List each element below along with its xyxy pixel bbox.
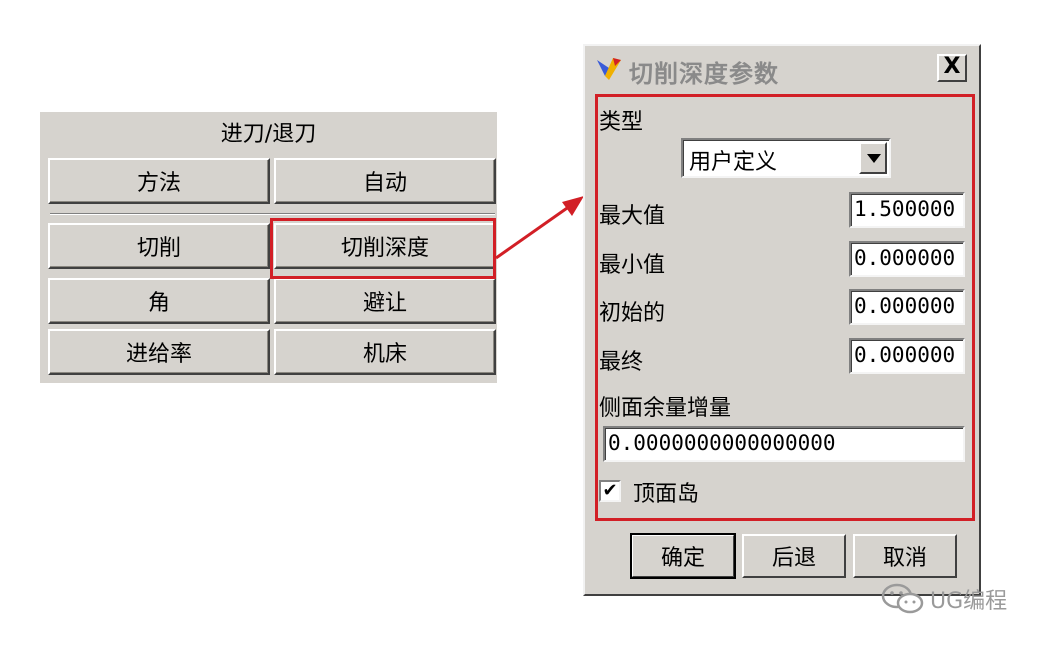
type-dropdown[interactable]: 用户定义: [681, 138, 891, 178]
final-label: 最终: [599, 350, 644, 375]
method-button[interactable]: 方法: [48, 158, 270, 204]
type-label: 类型: [599, 110, 644, 135]
min-label: 最小值: [599, 253, 666, 278]
top-island-checkbox[interactable]: ✔: [599, 480, 621, 502]
close-icon[interactable]: X: [937, 54, 967, 82]
side-stock-label: 侧面余量增量: [599, 396, 732, 421]
final-value-field[interactable]: 0.000000: [849, 338, 965, 374]
pointer-arrow: [495, 196, 584, 260]
panel-title: 进刀/退刀: [220, 122, 317, 147]
avoid-button[interactable]: 避让: [274, 278, 496, 324]
cut-depth-dialog: 切削深度参数 X 类型 用户定义 最大值 1.500000 最小值 0.0000…: [583, 44, 981, 596]
chat-bubble-icon: [881, 583, 924, 614]
machine-button[interactable]: 机床: [274, 329, 496, 375]
dialog-titlebar[interactable]: 切削深度参数 X: [585, 46, 979, 90]
initial-label: 初始的: [599, 301, 666, 326]
back-button[interactable]: 后退: [742, 534, 846, 578]
dialog-title: 切削深度参数: [629, 60, 779, 88]
top-island-label: 顶面岛: [633, 482, 700, 507]
auto-button[interactable]: 自动: [274, 158, 496, 204]
min-value-field[interactable]: 0.000000: [849, 241, 965, 277]
app-logo-icon: [597, 58, 621, 80]
angle-button[interactable]: 角: [48, 278, 270, 324]
ok-button[interactable]: 确定: [630, 533, 736, 579]
cut-button[interactable]: 切削: [48, 223, 270, 269]
max-value-field[interactable]: 1.500000: [849, 192, 965, 228]
cut-depth-highlight: [270, 218, 496, 279]
watermark-text: UG编程: [930, 589, 1008, 614]
max-label: 最大值: [599, 204, 666, 229]
cancel-button[interactable]: 取消: [853, 534, 957, 578]
type-dropdown-value: 用户定义: [689, 150, 778, 175]
initial-value-field[interactable]: 0.000000: [849, 289, 965, 325]
watermark: UG编程: [880, 582, 1007, 616]
divider: [50, 213, 495, 215]
side-stock-field[interactable]: 0.0000000000000000: [603, 426, 965, 462]
feed-rate-button[interactable]: 进给率: [48, 329, 270, 375]
chevron-down-icon[interactable]: [859, 142, 887, 174]
